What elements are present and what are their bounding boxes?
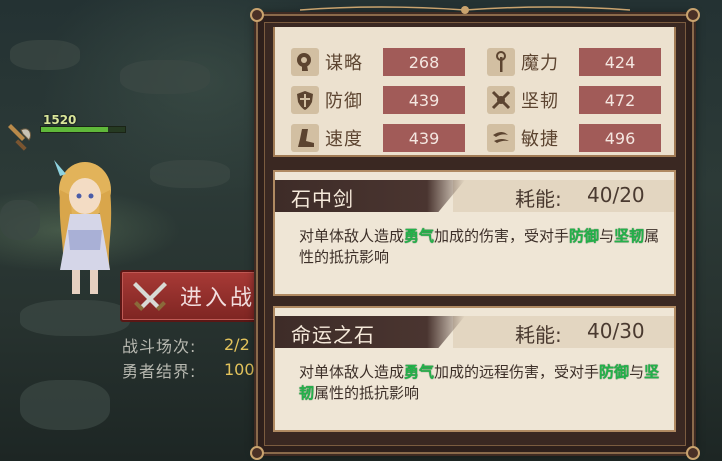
scene-rock [0,200,40,240]
panel-top-ornament [300,6,630,14]
wind-icon [487,124,515,152]
description-text: 属性的抵抗影响 [314,384,420,402]
stats-box: 谋略 268 魔力 424 防御 439 坚韧 472 速度 439 敏捷 49… [273,27,676,157]
skill-description: 对单体敌人造成勇气加成的远程伤害，受对手防御与坚韧属性的抵抗影响 [299,362,669,404]
crossed-swords-icon [133,282,167,311]
skill-header: 石中剑 耗能: 40/20 [275,180,674,212]
skill-description: 对单体敌人造成勇气加成的伤害，受对手防御与坚韧属性的抵抗影响 [299,226,669,268]
description-text: 与 [629,363,645,381]
description-text: 加成的伤害，受对手 [434,227,570,245]
highlight-keyword: 防御 [599,363,630,381]
stat-value: 424 [579,48,661,76]
stat-name: 防御 [325,91,363,112]
corner-ornament [250,446,264,460]
scene-rock [20,300,130,336]
battle-count-label: 战斗场次: [122,336,197,356]
stat-value: 268 [383,48,465,76]
enter-battle-label: 进入战 [180,286,256,311]
stat-value: 439 [383,124,465,152]
stat-name: 速度 [325,129,363,150]
stat-value: 496 [579,124,661,152]
scroll-head-icon [291,48,319,76]
description-text: 对单体敌人造成 [299,363,405,381]
stat-speed: 速度 439 [291,123,465,153]
skill-card[interactable]: 石中剑 耗能: 40/20 对单体敌人造成勇气加成的伤害，受对手防御与坚韧属性的… [273,170,676,296]
hp-bar-fill [41,127,109,132]
enter-battle-button[interactable]: 进入战 [120,270,270,322]
skill-energy-label: 耗能: [515,323,562,347]
hp-value: 1520 [43,113,77,127]
corner-ornament [250,8,264,22]
hp-bar [40,126,126,133]
scene-rock [150,160,230,188]
highlight-keyword: 勇气 [404,363,435,381]
highlight-keyword: 坚韧 [614,227,645,245]
scene-rock [20,380,110,430]
description-text: 加成的远程伤害，受对手 [434,363,600,381]
axe-icon [8,124,32,151]
stat-defense: 防御 439 [291,85,465,115]
skill-energy-value: 40/30 [587,319,645,343]
boot-icon [291,124,319,152]
crossed-tools-icon [487,86,515,114]
description-text: 与 [599,227,615,245]
skill-header: 命运之石 耗能: 40/30 [275,316,674,348]
highlight-keyword: 防御 [569,227,600,245]
corner-ornament [686,8,700,22]
stat-name: 敏捷 [521,129,559,150]
staff-icon [487,48,515,76]
stat-strategy: 谋略 268 [291,47,465,77]
description-text: 对单体敌人造成 [299,227,405,245]
hero-barrier-label: 勇者结界: [122,361,197,381]
stat-toughness: 坚韧 472 [487,85,661,115]
hero-character[interactable] [40,150,130,300]
stat-agility: 敏捷 496 [487,123,661,153]
corner-ornament [686,446,700,460]
skill-name: 石中剑 [291,187,354,211]
stat-magic: 魔力 424 [487,47,661,77]
stat-value: 472 [579,86,661,114]
stat-value: 439 [383,86,465,114]
skill-energy-label: 耗能: [515,187,562,211]
highlight-keyword: 勇气 [404,227,435,245]
scene-rock [120,60,210,94]
skill-card[interactable]: 命运之石 耗能: 40/30 对单体敌人造成勇气加成的远程伤害，受对手防御与坚韧… [273,306,676,432]
skill-name: 命运之石 [291,323,375,347]
scene-rock [10,40,80,70]
shield-icon [291,86,319,114]
battle-count-value: 2/2 [224,335,250,354]
stat-name: 魔力 [521,53,559,74]
stat-name: 谋略 [325,53,363,74]
stat-name: 坚韧 [521,91,559,112]
hero-barrier-value: 100 [224,360,255,379]
skill-energy-value: 40/20 [587,183,645,207]
